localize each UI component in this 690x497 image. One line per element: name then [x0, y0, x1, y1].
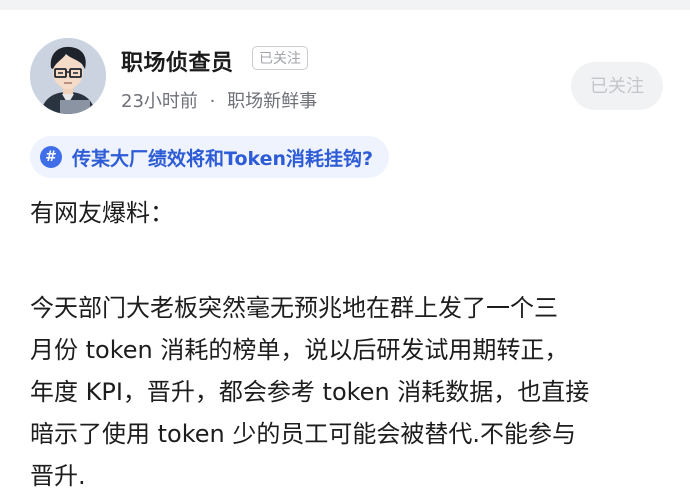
- post-line: 月份 token 消耗的榜单，说以后研发试用期转正，: [30, 336, 569, 364]
- meta-separator: ·: [209, 91, 216, 112]
- topic-tag[interactable]: # 传某大厂绩效将和Token消耗挂钩?: [30, 136, 390, 178]
- post-header: 职场侦查员 已关注 23小时前 · 职场新鲜事 已关注: [0, 10, 690, 128]
- post-line: 年度 KPI，晋升，都会参考 token 消耗数据，也直接: [30, 378, 590, 406]
- post-intro: 有网友爆料：: [30, 199, 174, 227]
- avatar[interactable]: [30, 38, 106, 114]
- avatar-illustration-icon: [30, 38, 106, 114]
- topic-text: 传某大厂绩效将和Token消耗挂钩?: [72, 147, 374, 170]
- post-body: 有网友爆料： 今天部门大老板突然毫无预兆地在群上发了一个三 月份 token 消…: [30, 192, 670, 497]
- post-line: 今天部门大老板突然毫无预兆地在群上发了一个三: [30, 294, 558, 322]
- hashtag-icon: #: [40, 146, 62, 168]
- post-section[interactable]: 职场新鲜事: [227, 91, 317, 112]
- post-meta: 23小时前 · 职场新鲜事: [121, 87, 317, 113]
- followed-badge: 已关注: [252, 46, 308, 70]
- post-line: 晋升.: [30, 462, 86, 490]
- follow-button[interactable]: 已关注: [571, 62, 663, 110]
- post-line: 暗示了使用 token 少的员工可能会被替代.不能参与: [30, 420, 576, 448]
- top-separator: [0, 0, 690, 10]
- author-name[interactable]: 职场侦查员: [121, 45, 234, 77]
- post-time: 23小时前: [121, 91, 198, 112]
